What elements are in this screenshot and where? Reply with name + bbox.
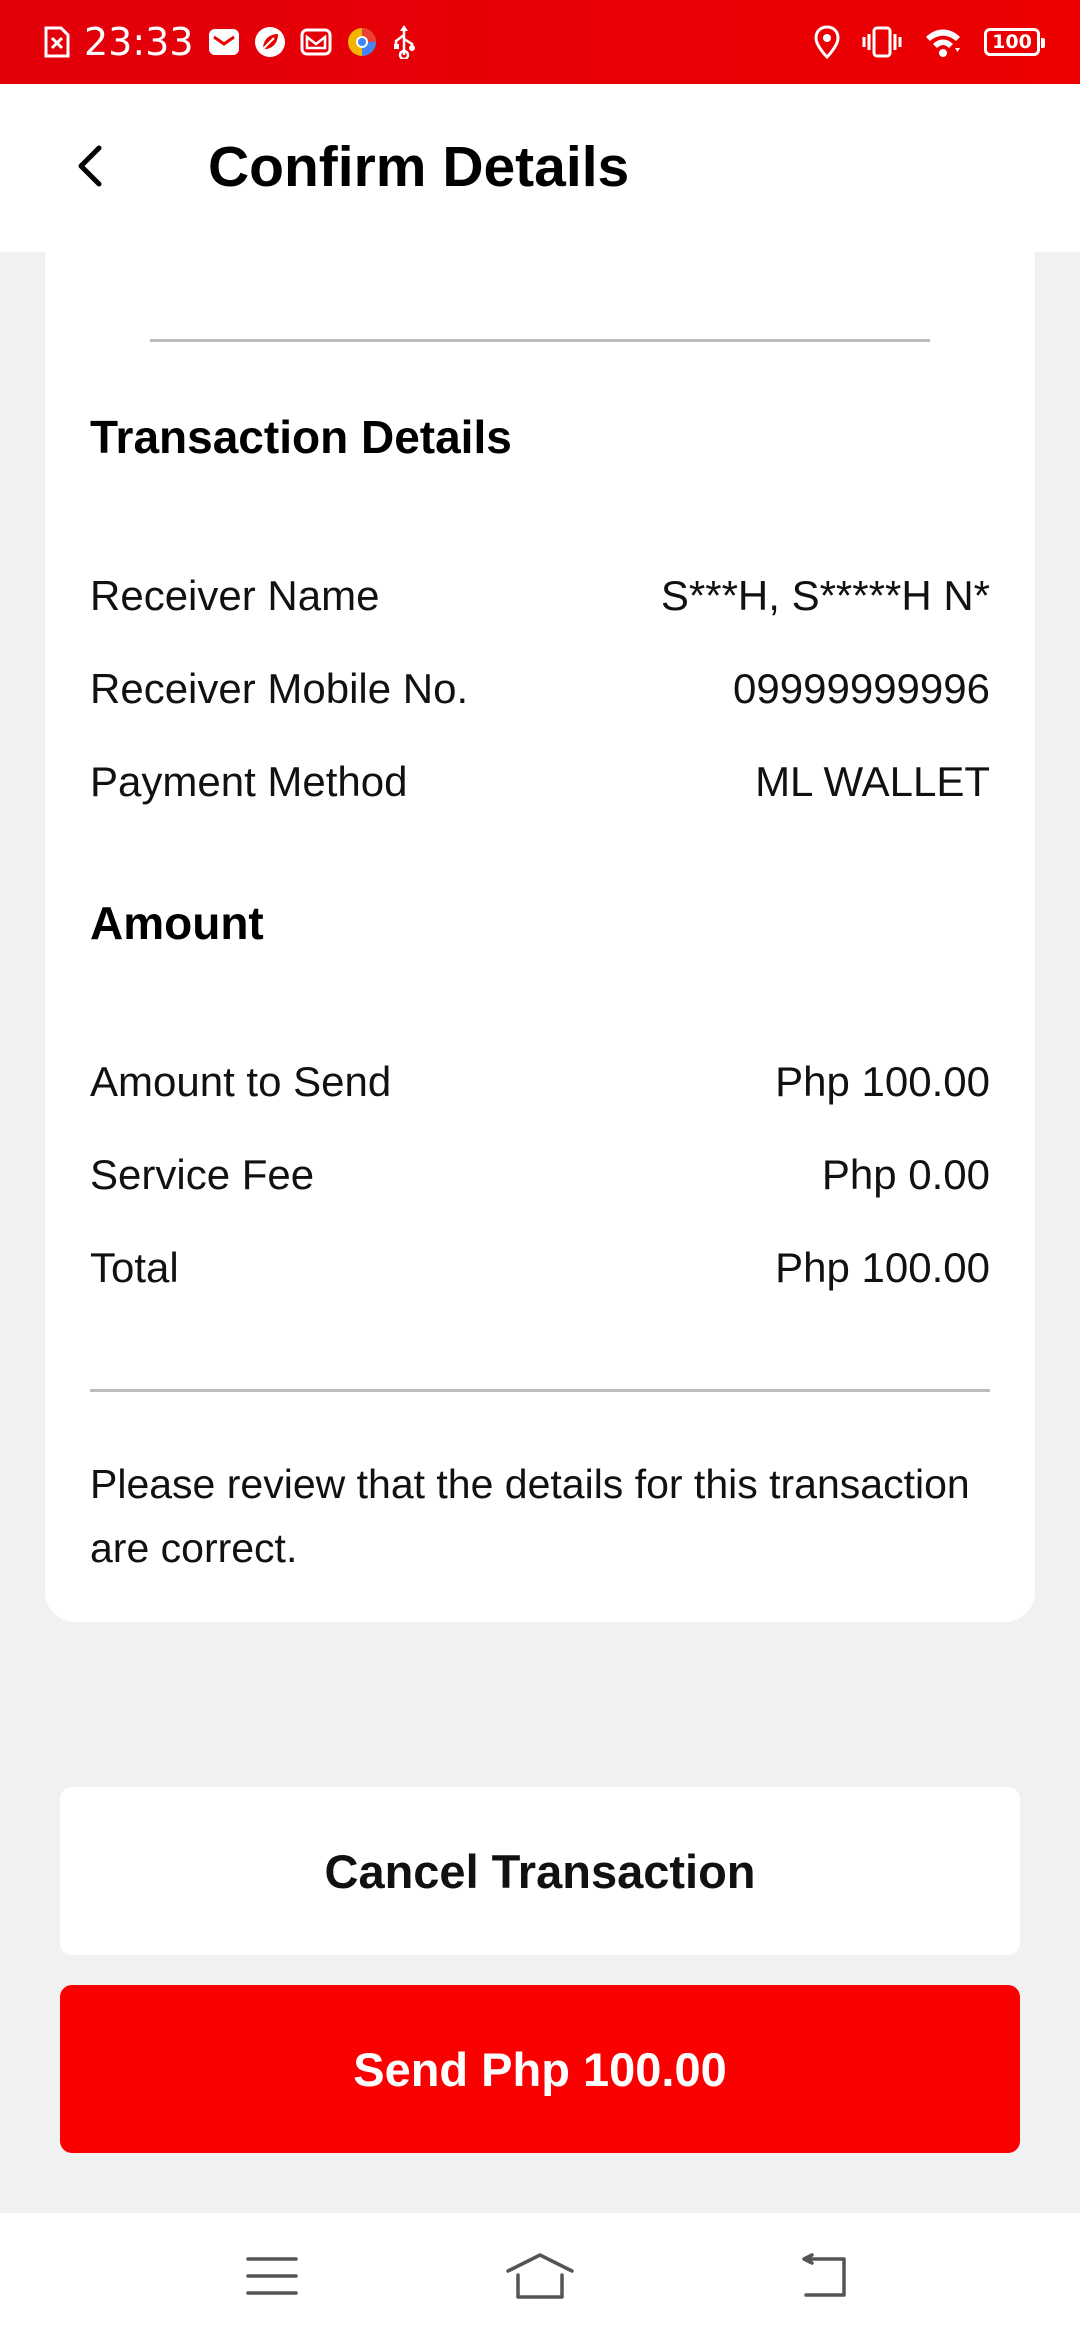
amount-heading: Amount — [90, 897, 264, 949]
back-icon — [794, 2252, 854, 2304]
row-label: Amount to Send — [90, 1058, 392, 1105]
review-note: Please review that the details for this … — [90, 1461, 970, 1571]
total-row: Total Php 100.00 — [90, 1238, 990, 1298]
row-label: Receiver Mobile No. — [90, 665, 469, 712]
row-label: Payment Method — [90, 758, 408, 805]
location-icon — [814, 25, 840, 59]
cancel-transaction-button[interactable]: Cancel Transaction — [60, 1787, 1020, 1955]
home-icon — [504, 2251, 576, 2306]
wifi-icon — [924, 26, 962, 58]
gmail-notification-icon — [300, 26, 332, 58]
divider — [90, 1389, 990, 1392]
receiver-name-row: Receiver Name S***H, S*****H N* — [90, 566, 990, 626]
row-value: Php 100.00 — [775, 1058, 990, 1105]
back-button[interactable] — [60, 138, 120, 198]
receiver-mobile-row: Receiver Mobile No. 09999999996 — [90, 659, 990, 719]
nav-home-button[interactable] — [500, 2243, 580, 2313]
vibrate-icon — [862, 26, 902, 58]
mail-notification-icon — [208, 26, 240, 58]
status-time: 23:33 — [84, 20, 194, 64]
row-value: Php 100.00 — [775, 1244, 990, 1291]
status-bar: 23:33 100 — [0, 0, 1080, 84]
status-bar-right: 100 — [814, 0, 1045, 84]
row-label: Total — [90, 1244, 179, 1291]
page-title: Confirm Details — [208, 135, 630, 199]
row-value: ML WALLET — [755, 758, 990, 805]
chevron-left-icon — [75, 144, 105, 193]
amount-to-send-row: Amount to Send Php 100.00 — [90, 1052, 990, 1112]
status-bar-left: 23:33 — [44, 0, 416, 84]
details-card: Transaction Details Receiver Name S***H,… — [45, 252, 1035, 1622]
app-header: Confirm Details — [0, 84, 1080, 252]
divider — [150, 339, 930, 342]
row-label: Service Fee — [90, 1151, 315, 1198]
row-label: Receiver Name — [90, 572, 380, 619]
nav-back-button[interactable] — [784, 2243, 864, 2313]
battery-indicator: 100 — [984, 28, 1045, 56]
leaf-notification-icon — [254, 26, 286, 58]
row-value: Php 0.00 — [821, 1151, 990, 1198]
row-value: S***H, S*****H N* — [660, 572, 990, 619]
transaction-details-heading: Transaction Details — [90, 411, 512, 463]
sim-alert-icon — [44, 26, 70, 58]
browser-notification-icon — [346, 26, 378, 58]
row-value: 09999999996 — [733, 665, 990, 712]
menu-icon — [245, 2255, 299, 2302]
payment-method-row: Payment Method ML WALLET — [90, 752, 990, 812]
system-nav-bar — [0, 2213, 1080, 2340]
usb-icon — [392, 25, 416, 59]
service-fee-row: Service Fee Php 0.00 — [90, 1145, 990, 1205]
send-button[interactable]: Send Php 100.00 — [60, 1985, 1020, 2153]
nav-menu-button[interactable] — [232, 2243, 312, 2313]
